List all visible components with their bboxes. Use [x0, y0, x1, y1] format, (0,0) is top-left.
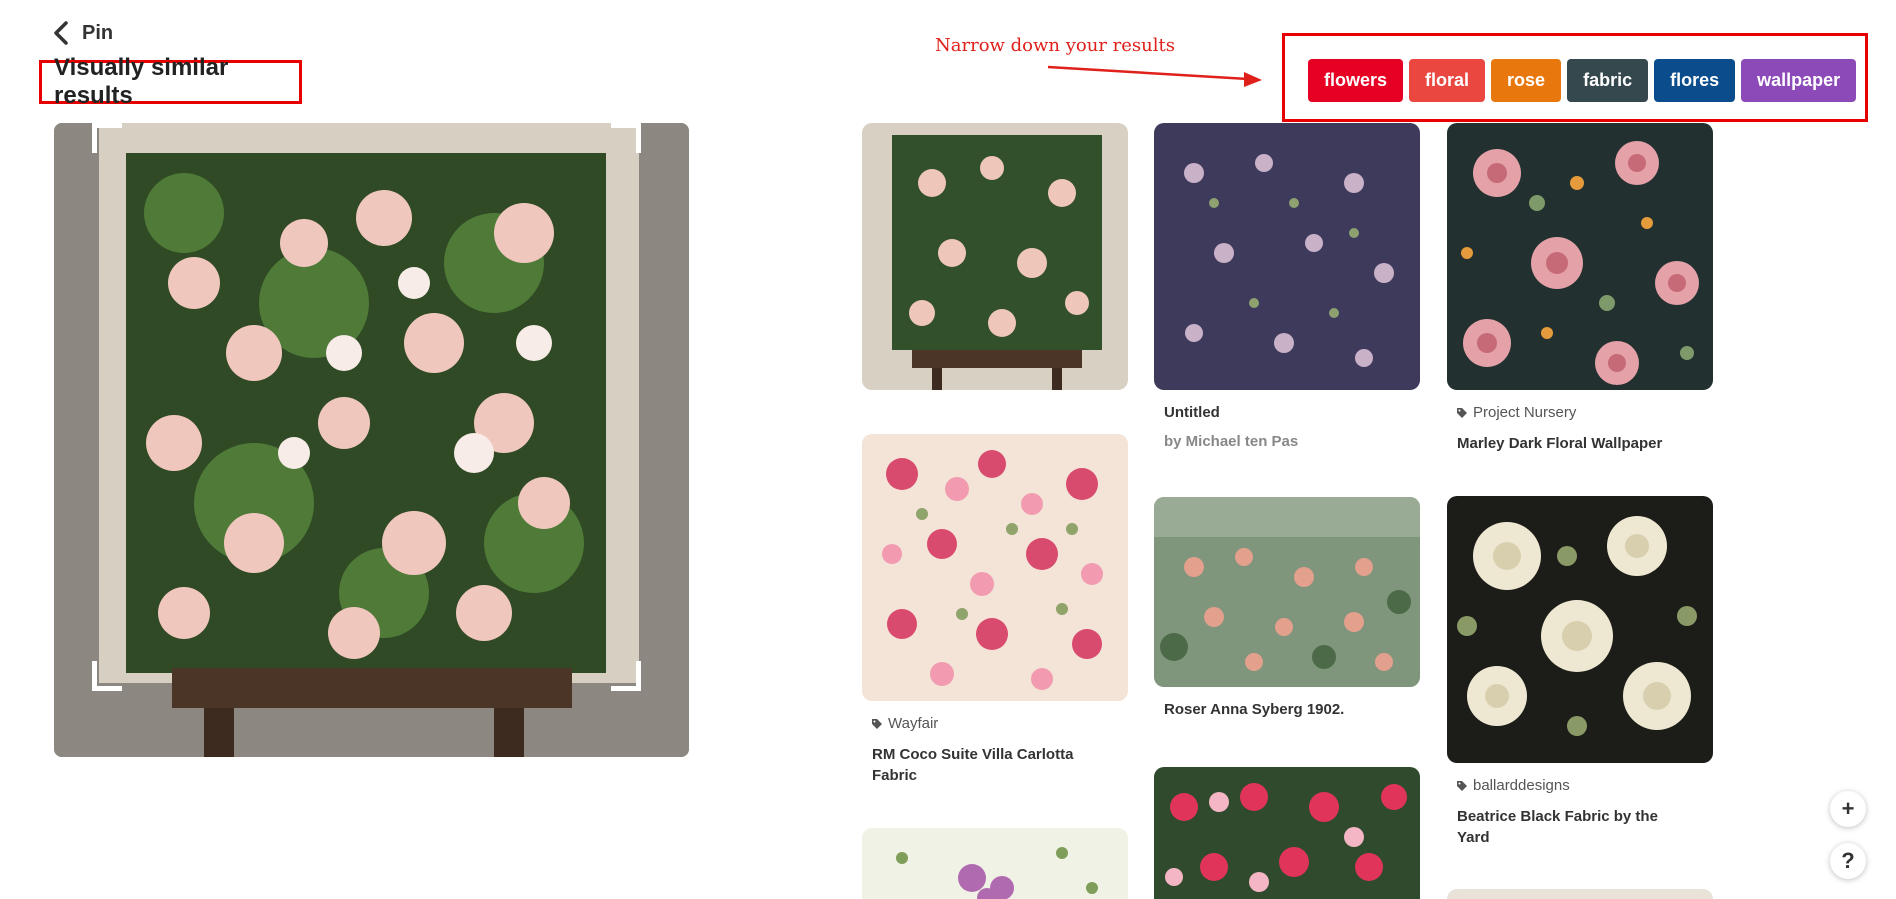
pin-source-label: Wayfair: [888, 715, 939, 732]
pin-source[interactable]: Project Nursery: [1447, 404, 1713, 421]
rose-painting-thumbnail: [862, 123, 1128, 390]
result-pin[interactable]: [1154, 767, 1420, 899]
filter-chip-floral[interactable]: floral: [1409, 59, 1486, 102]
pin-title[interactable]: Roser Anna Syberg 1902.: [1154, 699, 1420, 720]
roses-garden-painting-thumbnail: [1154, 497, 1420, 687]
pin-thumbnail[interactable]: [862, 123, 1128, 390]
purple-floral-wallpaper-thumbnail: [1154, 123, 1420, 390]
result-pin[interactable]: [1447, 889, 1713, 899]
filter-chip-flowers[interactable]: flowers: [1308, 59, 1404, 102]
back-label: Pin: [82, 21, 114, 44]
pin-title[interactable]: Beatrice Black Fabric by the Yard: [1447, 806, 1713, 848]
result-pin[interactable]: ballarddesigns Beatrice Black Fabric by …: [1447, 496, 1713, 848]
result-pin[interactable]: Untitled by Michael ten Pas: [1154, 123, 1420, 450]
pin-thumbnail[interactable]: [1154, 767, 1420, 899]
filter-chips: flowers floral rose fabric flores wallpa…: [1308, 59, 1857, 102]
tag-icon: [1457, 780, 1467, 791]
pin-thumbnail[interactable]: [862, 434, 1128, 701]
add-button[interactable]: +: [1830, 791, 1866, 827]
pin-source-label: Project Nursery: [1473, 404, 1577, 421]
pink-floral-fabric-thumbnail: [862, 434, 1128, 701]
result-pin[interactable]: [862, 123, 1128, 390]
crop-handle-bottom-left[interactable]: [92, 661, 122, 691]
pin-thumbnail[interactable]: [1447, 889, 1713, 899]
result-pin[interactable]: [862, 828, 1128, 899]
filter-chip-wallpaper[interactable]: wallpaper: [1741, 59, 1857, 102]
pin-title[interactable]: Marley Dark Floral Wallpaper: [1447, 433, 1713, 454]
crop-handle-top-left[interactable]: [92, 123, 122, 153]
page-title: Visually similar results: [54, 54, 229, 109]
tag-icon: [1457, 407, 1467, 418]
pin-thumbnail[interactable]: [1154, 123, 1420, 390]
chevron-left-icon: [54, 21, 68, 45]
lilac-floral-thumbnail: [862, 828, 1128, 899]
pin-thumbnail[interactable]: [1447, 496, 1713, 763]
annotation-text: Narrow down your results: [935, 35, 1175, 56]
filter-chip-rose[interactable]: rose: [1491, 59, 1562, 102]
pin-source-label: ballarddesigns: [1473, 777, 1570, 794]
red-flowers-thumbnail: [1154, 767, 1420, 899]
crop-handle-bottom-right[interactable]: [611, 661, 641, 691]
black-rose-fabric-thumbnail: [1447, 496, 1713, 763]
crop-handle-top-right[interactable]: [611, 123, 641, 153]
pin-thumbnail[interactable]: [1447, 123, 1713, 390]
result-pin[interactable]: Roser Anna Syberg 1902.: [1154, 497, 1420, 720]
dark-floral-wallpaper-thumbnail: [1447, 123, 1713, 390]
pin-source[interactable]: ballarddesigns: [1447, 777, 1713, 794]
pin-title[interactable]: RM Coco Suite Villa Carlotta Fabric: [862, 744, 1128, 786]
source-pin-image[interactable]: [54, 123, 689, 757]
filter-chip-flores[interactable]: flores: [1654, 59, 1736, 102]
pin-source[interactable]: Wayfair: [862, 715, 1128, 732]
result-pin[interactable]: Project Nursery Marley Dark Floral Wallp…: [1447, 123, 1713, 454]
back-to-pin-link[interactable]: Pin: [52, 20, 113, 46]
result-pin[interactable]: Wayfair RM Coco Suite Villa Carlotta Fab…: [862, 434, 1128, 786]
pin-title[interactable]: Untitled: [1154, 402, 1420, 423]
pin-thumbnail[interactable]: [862, 828, 1128, 899]
pin-thumbnail[interactable]: [1154, 497, 1420, 687]
help-button[interactable]: ?: [1830, 843, 1866, 879]
rose-painting-image: [54, 123, 689, 757]
tag-icon: [872, 718, 882, 729]
title-highlight-box: Visually similar results: [39, 54, 302, 109]
pin-author[interactable]: by Michael ten Pas: [1154, 433, 1420, 450]
annotation-arrow-icon: [1047, 65, 1262, 87]
filter-chip-fabric[interactable]: fabric: [1567, 59, 1649, 102]
